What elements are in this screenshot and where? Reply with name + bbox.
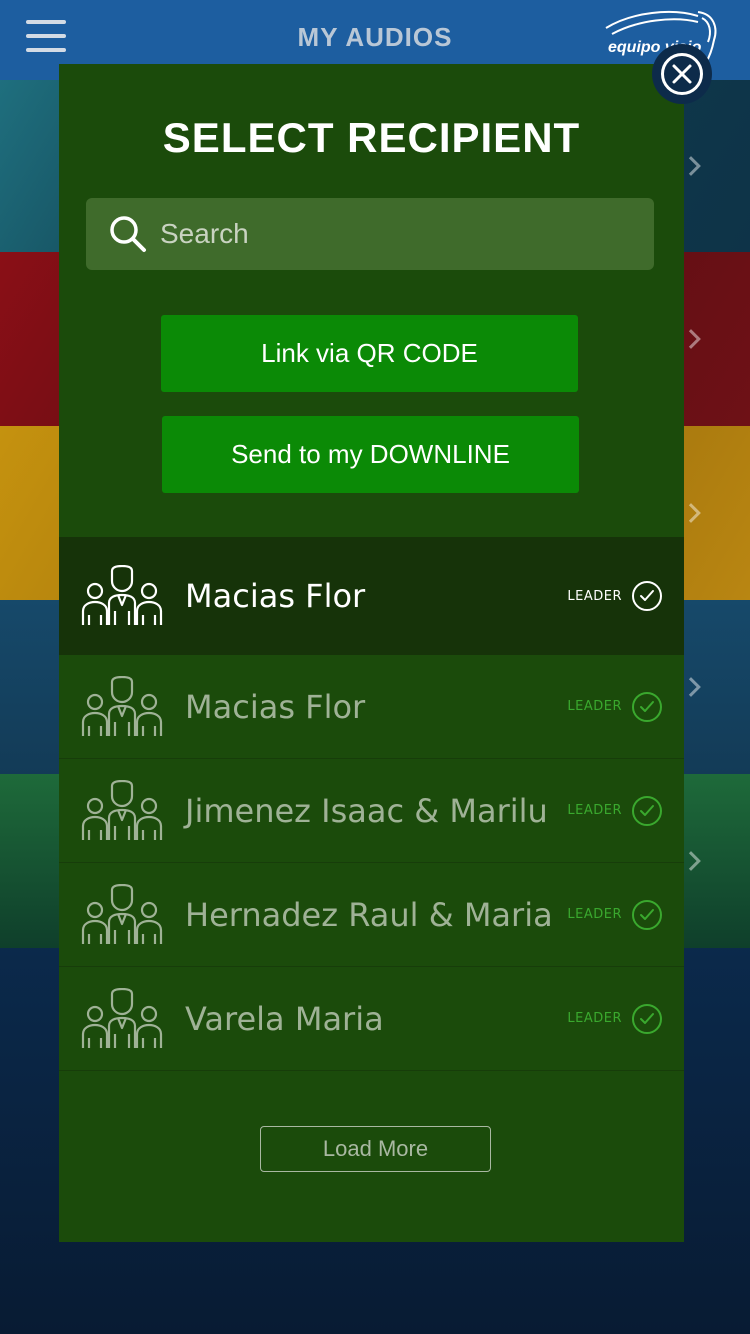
recipient-name: Macias Flor xyxy=(185,577,366,615)
recipient-row[interactable]: Macias Flor LEADER xyxy=(59,537,684,655)
select-recipient-modal: SELECT RECIPIENT Link via QR CODE Send t… xyxy=(59,64,684,1242)
recipient-row[interactable]: Macias Flor LEADER xyxy=(59,655,684,759)
group-people-icon xyxy=(81,779,163,842)
close-icon xyxy=(661,53,703,95)
recipient-name: Varela Maria xyxy=(185,999,384,1038)
search-input[interactable] xyxy=(160,198,654,270)
chevron-right-icon xyxy=(681,156,701,176)
modal-title: SELECT RECIPIENT xyxy=(162,114,581,161)
badge-label: LEADER xyxy=(567,588,622,604)
leader-badge[interactable]: LEADER xyxy=(567,691,662,722)
leader-badge[interactable]: LEADER xyxy=(567,899,662,930)
chevron-right-icon xyxy=(681,851,701,871)
search-field[interactable] xyxy=(86,198,654,270)
group-people-icon xyxy=(81,675,163,738)
group-people-icon xyxy=(81,883,163,946)
send-downline-button[interactable]: Send to my DOWNLINE xyxy=(162,416,579,493)
leader-badge[interactable]: LEADER xyxy=(567,795,662,826)
recipient-row[interactable]: Varela Maria LEADER xyxy=(59,967,684,1071)
recipient-row[interactable]: Hernadez Raul & Maria LEADER xyxy=(59,863,684,967)
badge-label: LEADER xyxy=(567,1011,622,1026)
checkmark-icon xyxy=(632,1003,662,1034)
checkmark-icon xyxy=(632,691,662,722)
chevron-right-icon xyxy=(681,677,701,697)
search-icon xyxy=(110,216,146,252)
app-screen: MY AUDIOS equipo visio SELECT RECIPIENT … xyxy=(0,0,750,1334)
group-people-icon xyxy=(81,987,163,1050)
checkmark-icon xyxy=(632,899,662,930)
checkmark-icon xyxy=(632,581,662,611)
checkmark-icon xyxy=(632,795,662,826)
leader-badge[interactable]: LEADER xyxy=(567,1003,662,1034)
chevron-right-icon xyxy=(681,503,701,523)
close-button[interactable] xyxy=(652,44,712,104)
badge-label: LEADER xyxy=(567,803,622,818)
qr-code-link-button[interactable]: Link via QR CODE xyxy=(161,315,578,392)
load-more-button[interactable]: Load More xyxy=(260,1126,491,1172)
recipient-row[interactable]: Jimenez Isaac & Marilu LEADER xyxy=(59,759,684,863)
leader-badge[interactable]: LEADER xyxy=(567,581,662,611)
recipient-name: Hernadez Raul & Maria xyxy=(185,895,553,934)
group-people-icon xyxy=(81,564,163,627)
chevron-right-icon xyxy=(681,329,701,349)
recipient-name: Macias Flor xyxy=(185,687,366,726)
recipient-name: Jimenez Isaac & Marilu xyxy=(185,791,548,830)
badge-label: LEADER xyxy=(567,907,622,922)
badge-label: LEADER xyxy=(567,699,622,714)
recipient-list: Macias Flor LEADER Macias Flor LEADER Ji… xyxy=(59,537,684,1071)
